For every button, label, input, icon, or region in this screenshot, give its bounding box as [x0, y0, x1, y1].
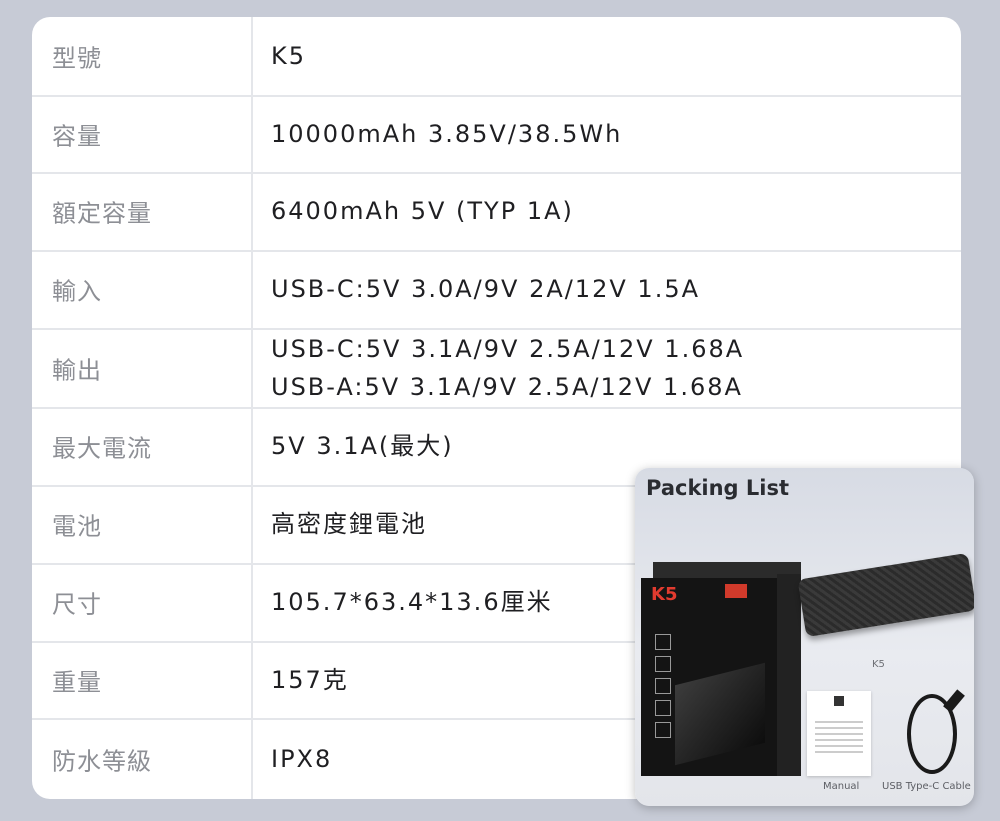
spec-value: USB-C:5V 3.1A/9V 2.5A/12V 1.68A USB-A:5V…: [271, 334, 745, 401]
spec-value: 6400mAh 5V (TYP 1A): [271, 197, 574, 225]
spec-value: 高密度鋰電池: [271, 510, 427, 538]
manual-caption: Manual: [823, 781, 860, 792]
cable-caption: USB Type-C Cable: [882, 781, 971, 792]
spec-label: 電池: [52, 512, 102, 541]
spec-value: 5V 3.1A(最大): [271, 432, 454, 460]
packing-list-title: Packing List: [646, 476, 790, 500]
spec-label: 輸出: [52, 356, 102, 384]
spec-label: 最大電流: [52, 434, 152, 463]
power-bank-label: K5: [872, 659, 885, 670]
spec-label: 防水等級: [52, 747, 152, 775]
spec-value: K5: [271, 42, 307, 70]
spec-row-output: 輸出 USB-C:5V 3.1A/9V 2.5A/12V 1.68A USB-A…: [32, 328, 961, 409]
spec-row-rated-capacity: 額定容量 6400mAh 5V (TYP 1A): [32, 172, 961, 252]
box-feature-icons: [655, 634, 671, 744]
usb-plug-icon: [943, 689, 965, 713]
packing-list-card: Packing List K5 K5 Manual USB Type-C Cab…: [635, 468, 974, 806]
manual-logo-icon: [834, 696, 844, 706]
spec-value: USB-C:5V 3.0A/9V 2A/12V 1.5A: [271, 275, 701, 303]
power-bank-image: [797, 552, 974, 638]
spec-value: 157克: [271, 665, 349, 694]
spec-value: 10000mAh 3.85V/38.5Wh: [271, 119, 623, 148]
brand-logo-icon: [725, 584, 747, 598]
spec-label: 型號: [52, 44, 102, 73]
product-box-side: [777, 574, 801, 776]
box-powerbank-photo: [675, 662, 765, 766]
product-box-image: K5: [641, 578, 777, 776]
spec-label: 輸入: [52, 277, 102, 306]
spec-label: 尺寸: [52, 590, 102, 619]
spec-value: IPX8: [271, 744, 333, 773]
spec-label: 容量: [52, 122, 102, 150]
manual-text-lines: [815, 721, 863, 757]
spec-value: 105.7*63.4*13.6厘米: [271, 588, 553, 616]
spec-label: 額定容量: [52, 199, 152, 228]
box-model-label: K5: [651, 584, 678, 605]
spec-row-capacity: 容量 10000mAh 3.85V/38.5Wh: [32, 95, 961, 174]
manual-image: [807, 691, 871, 776]
spec-row-input: 輸入 USB-C:5V 3.0A/9V 2A/12V 1.5A: [32, 250, 961, 330]
spec-label: 重量: [52, 668, 102, 696]
spec-row-model: 型號 K5: [32, 17, 961, 97]
